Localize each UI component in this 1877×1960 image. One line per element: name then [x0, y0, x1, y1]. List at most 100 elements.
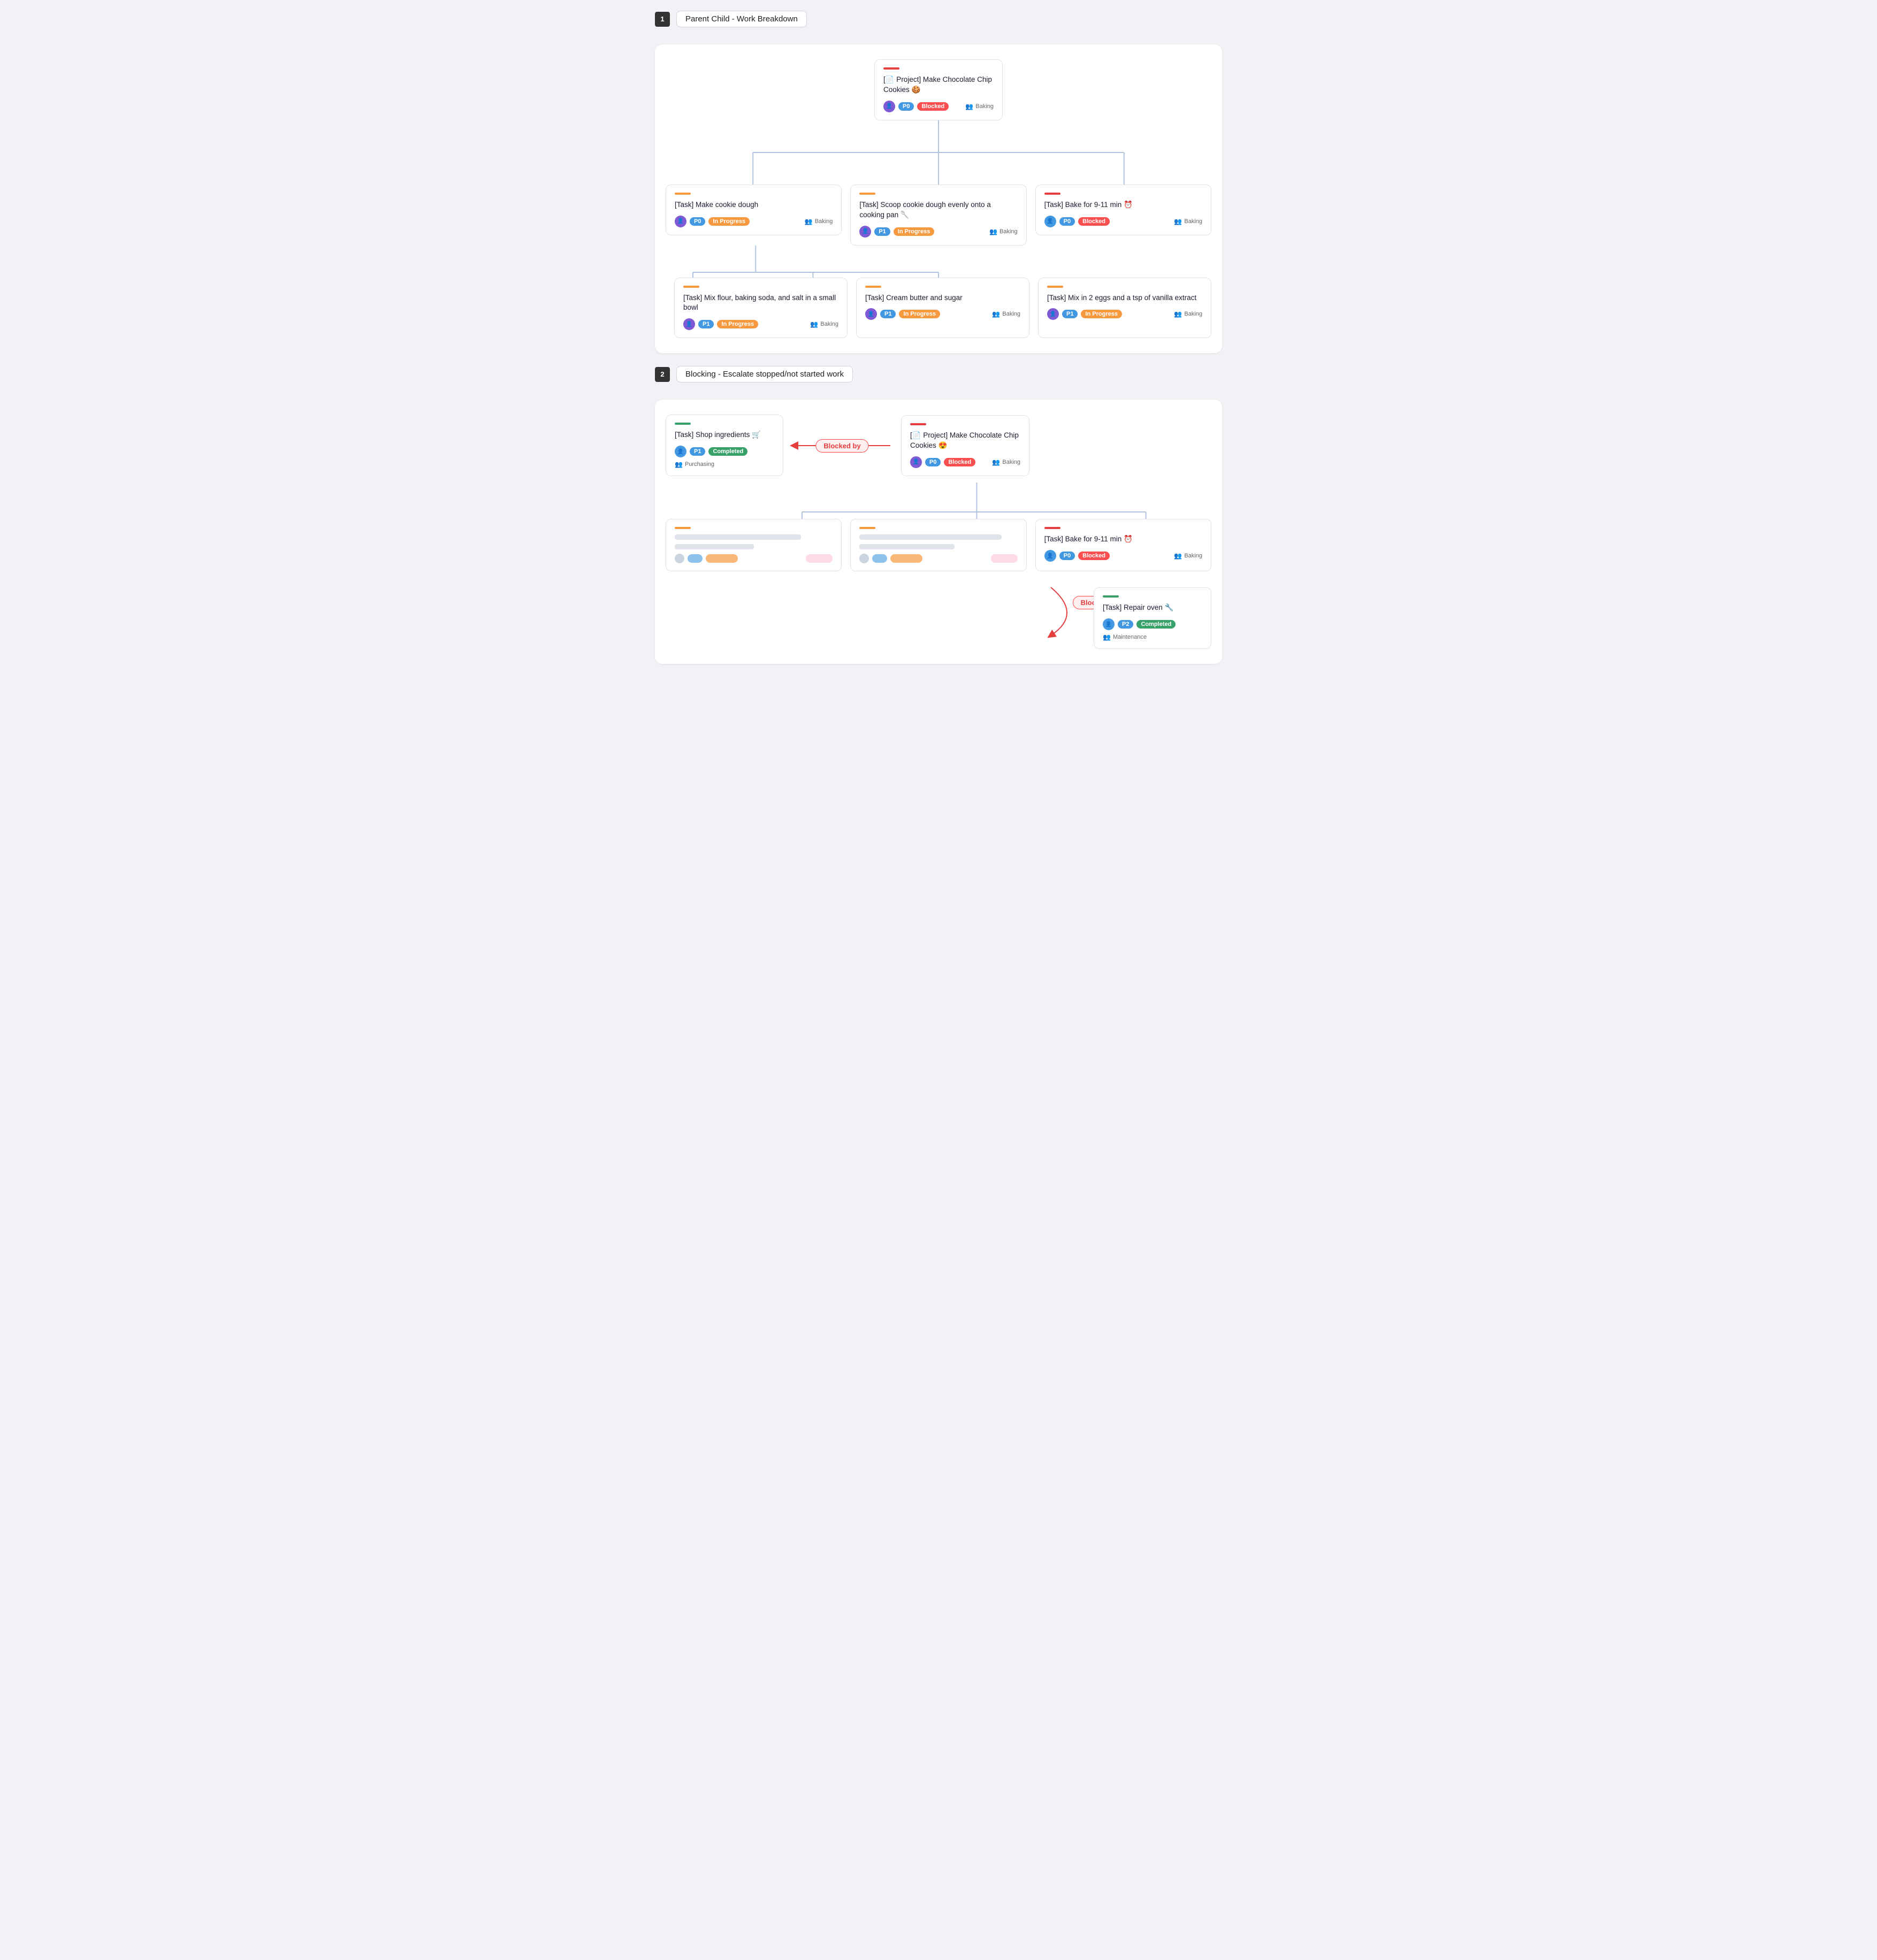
- s2-blurred-dot-1: [859, 554, 869, 563]
- repair-priority: P2: [1118, 620, 1133, 629]
- s2-blurred-line-1b: [859, 544, 954, 549]
- l1-card-2: [Task] Bake for 9-11 min ⏰ 👤 P0 Blocked …: [1035, 185, 1211, 235]
- shop-accent: [675, 423, 691, 425]
- root-title: [📄 Project] Make Chocolate Chip Cookies …: [883, 75, 994, 95]
- l2-team-1: 👥 Baking: [992, 310, 1020, 318]
- s2-l1-row: [Task] Bake for 9-11 min ⏰ 👤 P0 Blocked …: [666, 519, 1211, 571]
- l1-title-2: [Task] Bake for 9-11 min ⏰: [1044, 200, 1202, 210]
- l2-priority-2: P1: [1062, 310, 1078, 318]
- s2-blurred-line-1a: [859, 534, 1002, 540]
- s2-project-meta: 👤 P0 Blocked 👥 Baking: [910, 456, 1020, 468]
- s2-blurred-badge-lg-1: [890, 554, 922, 563]
- root-card: [📄 Project] Make Chocolate Chip Cookies …: [874, 59, 1003, 120]
- s2-blurred-badge-sm-0: [688, 554, 703, 563]
- section2-diagram: [Task] Shop ingredients 🛒 👤 P1 Completed…: [655, 400, 1222, 664]
- l1-meta-1: 👤 P1 In Progress 👥 Baking: [859, 226, 1017, 238]
- s2-project-avatar: 👤: [910, 456, 922, 468]
- s2-bake-accent: [1044, 527, 1060, 529]
- s2-bake-status: Blocked: [1078, 552, 1110, 560]
- s2-blurred-badge-sm-1: [872, 554, 887, 563]
- l2-accent-2: [1047, 286, 1063, 288]
- l1-accent-0: [675, 193, 691, 195]
- repair-team: 👥 Maintenance: [1103, 633, 1147, 641]
- s2-blurred-dot-0: [675, 554, 684, 563]
- s2-project-card: [📄 Project] Make Chocolate Chip Cookies …: [901, 415, 1029, 476]
- blocked-by-1-label: Blocked by: [815, 439, 868, 453]
- root-accent: [883, 67, 899, 70]
- l2-card-2: [Task] Mix in 2 eggs and a tsp of vanill…: [1038, 278, 1211, 339]
- s2-bake-priority: P0: [1059, 552, 1075, 560]
- l1-avatar-1: 👤: [859, 226, 871, 238]
- l1-title-0: [Task] Make cookie dough: [675, 200, 833, 210]
- l1-card-0: [Task] Make cookie dough 👤 P0 In Progres…: [666, 185, 842, 235]
- l1-accent-1: [859, 193, 875, 195]
- blocked-by-1-area: Blocked by: [783, 435, 901, 456]
- section1-diagram: [📄 Project] Make Chocolate Chip Cookies …: [655, 44, 1222, 353]
- l1-team-2: 👥 Baking: [1174, 218, 1202, 225]
- section2-number: 2: [655, 367, 670, 382]
- s2-bake-avatar: 👤: [1044, 550, 1056, 562]
- l1-meta-2: 👤 P0 Blocked 👥 Baking: [1044, 216, 1202, 227]
- s2-bake-team: 👥 Baking: [1174, 552, 1202, 560]
- root-team: 👥 Baking: [965, 103, 994, 110]
- s2-bake-card: [Task] Bake for 9-11 min ⏰ 👤 P0 Blocked …: [1035, 519, 1211, 571]
- l1-priority-1: P1: [874, 227, 890, 236]
- page: 1 Parent Child - Work Breakdown [📄 Proje…: [644, 0, 1233, 687]
- l1-accent-2: [1044, 193, 1060, 195]
- l2-card-0: [Task] Mix flour, baking soda, and salt …: [674, 278, 848, 339]
- root-status: Blocked: [917, 102, 949, 111]
- l2-team-0: 👥 Baking: [810, 320, 838, 328]
- s2-blurred-line-0b: [675, 544, 754, 549]
- l1-team-1: 👥 Baking: [989, 228, 1018, 235]
- l2-title-0: [Task] Mix flour, baking soda, and salt …: [683, 293, 838, 313]
- repair-accent: [1103, 595, 1119, 598]
- s2-project-accent: [910, 423, 926, 425]
- l2-team-2: 👥 Baking: [1174, 310, 1202, 318]
- l1-avatar-0: 👤: [675, 216, 686, 227]
- s2-project-team: 👥 Baking: [992, 458, 1020, 466]
- root-avatar: 👤: [883, 101, 895, 112]
- l2-avatar-2: 👤: [1047, 308, 1059, 320]
- shop-meta: 👤 P1 Completed 👥 Purchasing: [675, 446, 774, 468]
- section1-header: 1 Parent Child - Work Breakdown: [655, 11, 1222, 27]
- s2-blurred-accent-1: [859, 527, 875, 529]
- shop-priority: P1: [690, 447, 705, 456]
- shop-avatar: 👤: [675, 446, 686, 457]
- s2-blurred-line-0a: [675, 534, 801, 540]
- s2-blurred-badge-team-0: [806, 554, 833, 563]
- l1-status-1: In Progress: [894, 227, 935, 236]
- l1-meta-0: 👤 P0 In Progress 👥 Baking: [675, 216, 833, 227]
- s2-blurred-meta-0: [675, 554, 833, 563]
- l2-card-1: [Task] Cream butter and sugar 👤 P1 In Pr…: [856, 278, 1029, 339]
- blocked-by-2-area: Blocked by: [1019, 587, 1083, 649]
- l2-avatar-0: 👤: [683, 318, 695, 330]
- l1-title-1: [Task] Scoop cookie dough evenly onto a …: [859, 200, 1017, 220]
- section1-number: 1: [655, 12, 670, 27]
- l1-status-0: In Progress: [708, 217, 750, 226]
- s2-bake-title: [Task] Bake for 9-11 min ⏰: [1044, 534, 1202, 545]
- repair-title: [Task] Repair oven 🔧: [1103, 603, 1202, 613]
- l1-priority-0: P0: [690, 217, 705, 226]
- s2-blurred-accent-0: [675, 527, 691, 529]
- l2-priority-1: P1: [880, 310, 896, 318]
- repair-card: [Task] Repair oven 🔧 👤 P2 Completed 👥 Ma…: [1094, 587, 1211, 649]
- l1-status-2: Blocked: [1078, 217, 1110, 226]
- s2-bake-meta: 👤 P0 Blocked 👥 Baking: [1044, 550, 1202, 562]
- l2-meta-0: 👤 P1 In Progress 👥 Baking: [683, 318, 838, 330]
- s2-project-priority: P0: [925, 458, 941, 466]
- l1-avatar-2: 👤: [1044, 216, 1056, 227]
- repair-avatar: 👤: [1103, 618, 1115, 630]
- s2-blurred-meta-1: [859, 554, 1017, 563]
- shop-status: Completed: [708, 447, 747, 456]
- l2-accent-0: [683, 286, 699, 288]
- l2-meta-2: 👤 P1 In Progress 👥 Baking: [1047, 308, 1202, 320]
- l2-accent-1: [865, 286, 881, 288]
- l1-team-0: 👥 Baking: [805, 218, 833, 225]
- s2-repair-area: Blocked by [Task] Repair oven 🔧 👤 P2 Com…: [666, 587, 1211, 649]
- l2-priority-0: P1: [698, 320, 714, 328]
- l2-status-0: In Progress: [717, 320, 758, 328]
- root-priority: P0: [898, 102, 914, 111]
- root-row: [📄 Project] Make Chocolate Chip Cookies …: [666, 59, 1211, 120]
- l2-status-2: In Progress: [1081, 310, 1122, 318]
- l1-priority-2: P0: [1059, 217, 1075, 226]
